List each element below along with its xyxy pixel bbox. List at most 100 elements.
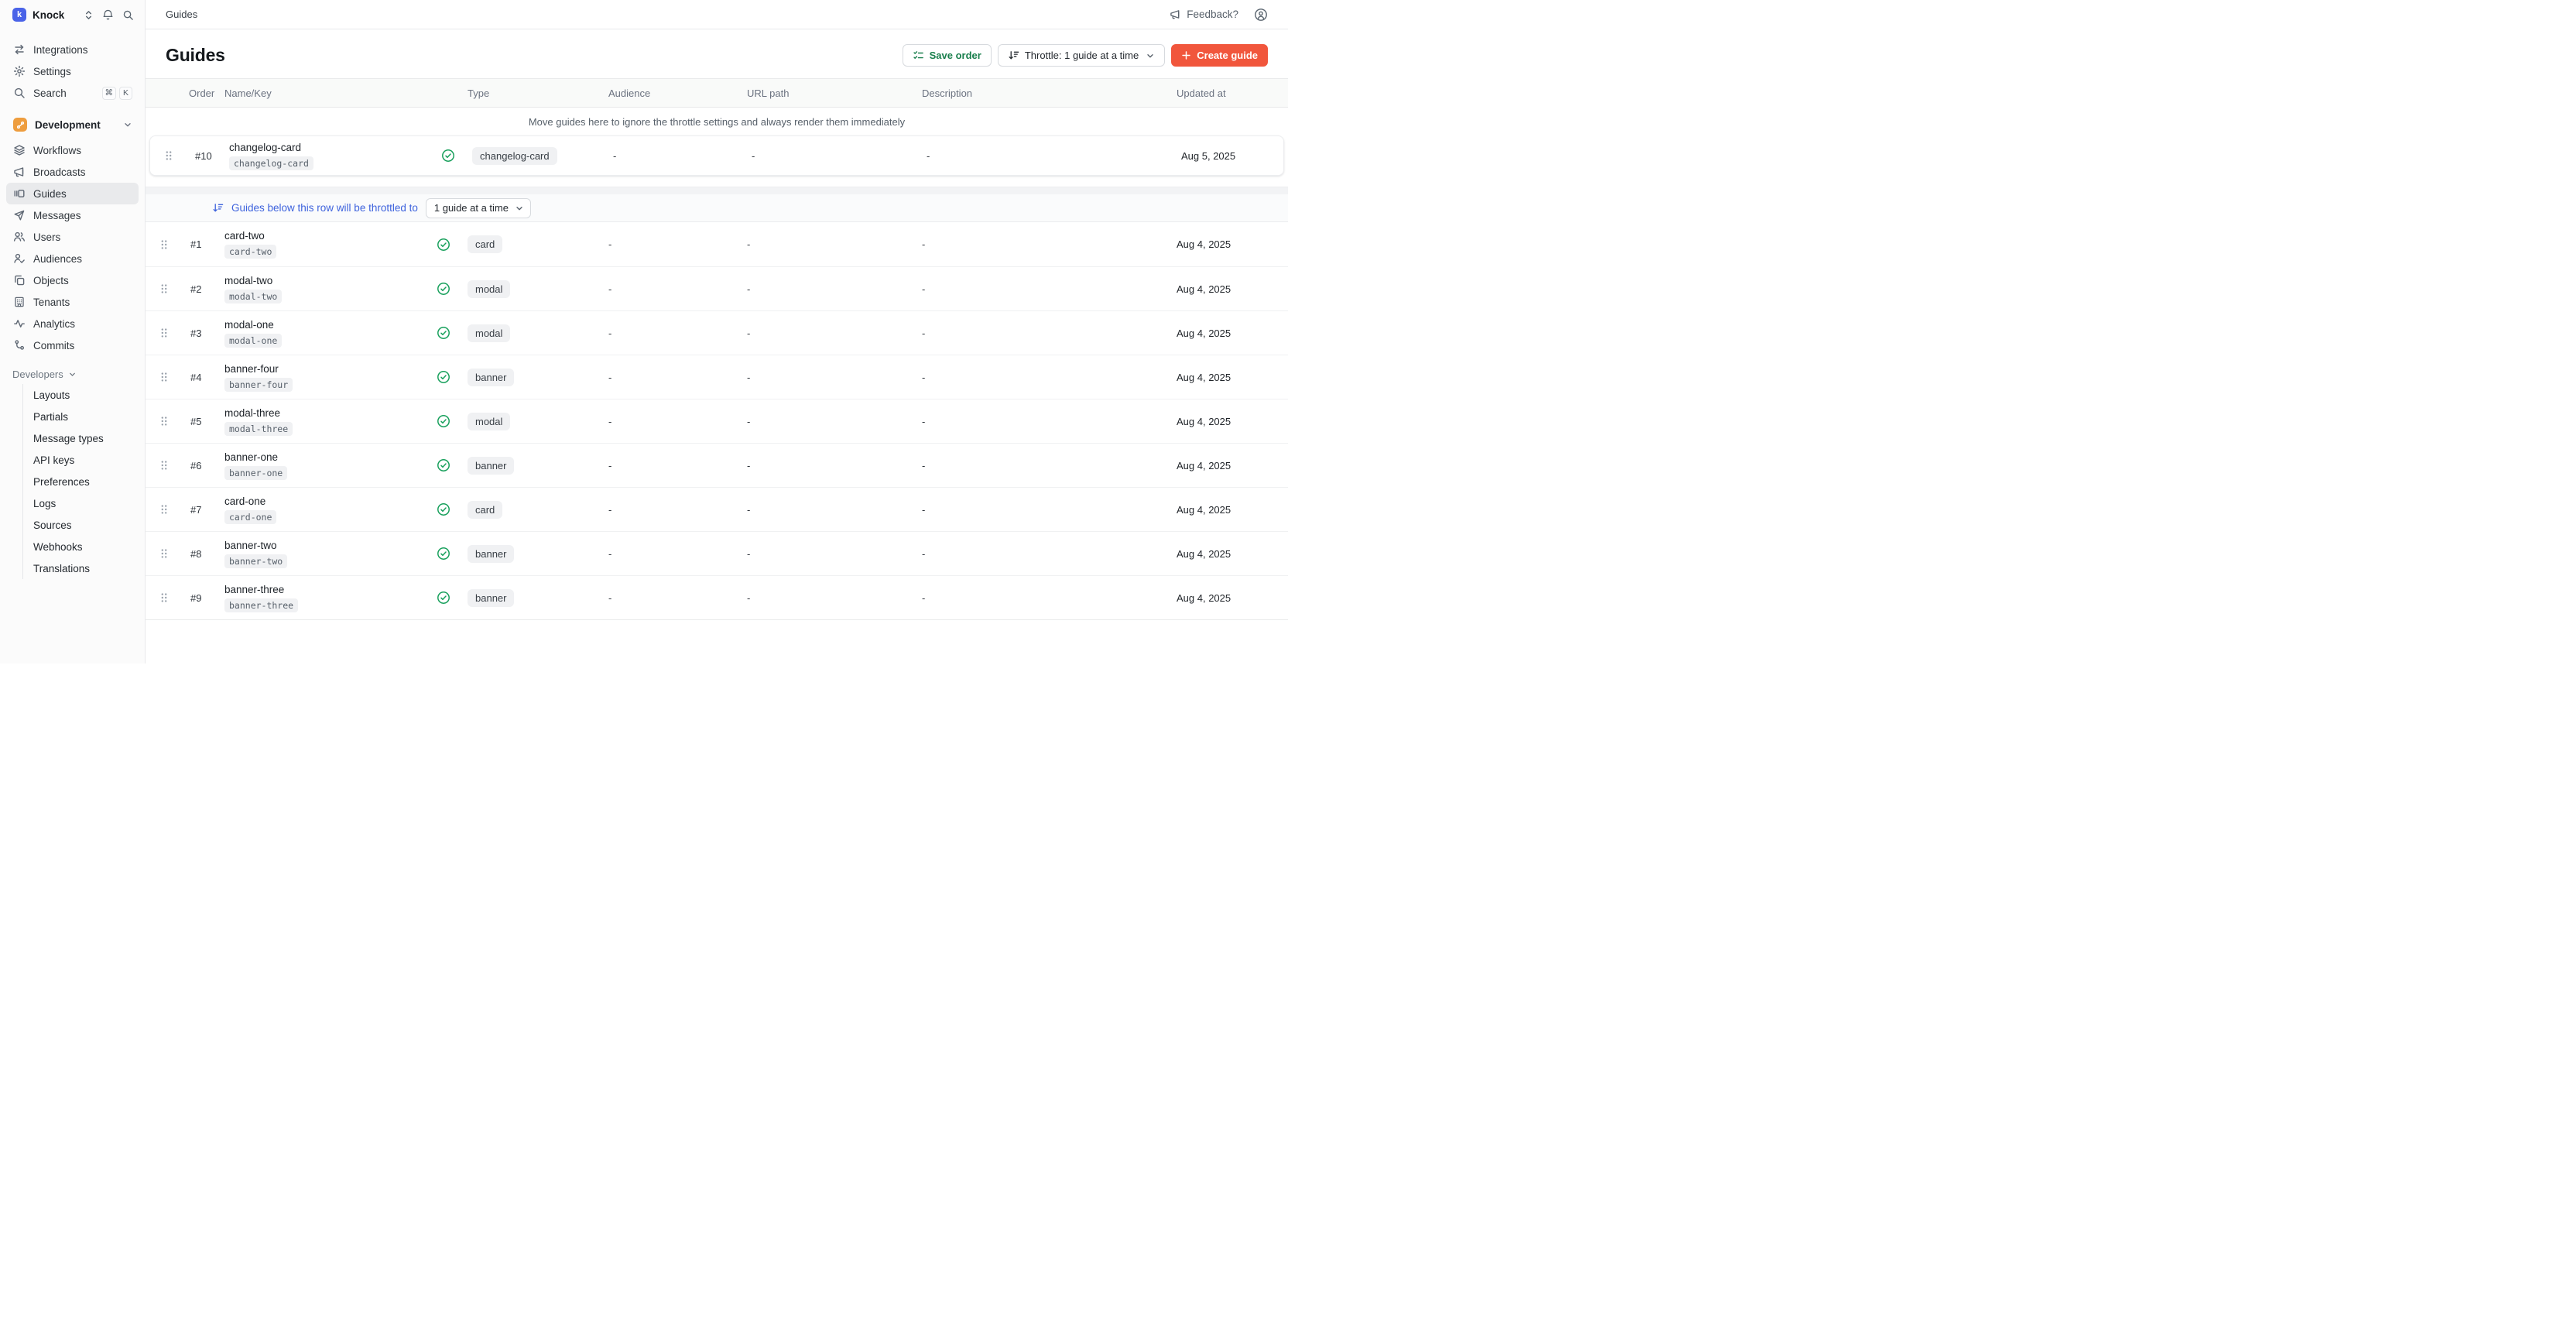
sidebar-item-search[interactable]: Search ⌘ K <box>6 82 139 104</box>
sidebar-item-label: Search <box>33 87 67 99</box>
check-circle-icon <box>437 591 450 605</box>
sidebar-item-integrations[interactable]: Integrations <box>6 39 139 60</box>
drag-handle[interactable] <box>146 460 183 471</box>
plus-icon <box>1181 50 1191 60</box>
save-order-button[interactable]: Save order <box>903 44 992 67</box>
sidebar-item-message-types[interactable]: Message types <box>23 427 145 449</box>
row-updated-at: Aug 4, 2025 <box>1175 416 1288 427</box>
sidebar-item-audiences[interactable]: Audiences <box>6 248 139 269</box>
table-row: #3 modal-one modal-one modal - - - Aug 4… <box>146 310 1288 355</box>
guide-name-link[interactable]: banner-four <box>224 363 279 375</box>
guide-active-status <box>437 502 458 516</box>
drag-handle[interactable] <box>150 150 187 161</box>
guide-active-status <box>437 458 458 472</box>
sidebar-item-api-keys[interactable]: API keys <box>23 449 145 471</box>
sidebar-item-broadcasts[interactable]: Broadcasts <box>6 161 139 183</box>
row-order: #9 <box>183 592 220 604</box>
guide-type-badge: banner <box>468 545 514 563</box>
drag-handle[interactable] <box>146 504 183 515</box>
guide-name-link[interactable]: changelog-card <box>229 142 301 153</box>
guide-key-badge: banner-two <box>224 554 287 568</box>
developers-group-toggle[interactable]: Developers <box>0 364 145 384</box>
row-order: #2 <box>183 283 220 295</box>
guide-key-badge: changelog-card <box>229 156 313 170</box>
drag-dots-icon <box>159 592 169 603</box>
sidebar-item-messages[interactable]: Messages <box>6 204 139 226</box>
sidebar-item-commits[interactable]: Commits <box>6 334 139 356</box>
row-order: #6 <box>183 460 220 471</box>
column-header-order: Order <box>183 87 220 99</box>
guide-name-link[interactable]: card-two <box>224 230 265 242</box>
feedback-button[interactable]: Feedback? <box>1170 9 1238 20</box>
row-order: #7 <box>183 504 220 516</box>
guide-active-status <box>437 370 458 384</box>
drag-handle[interactable] <box>146 416 183 427</box>
checklist-icon <box>913 50 924 61</box>
drag-handle[interactable] <box>146 372 183 382</box>
row-url-path: - <box>746 150 924 162</box>
search-icon[interactable] <box>122 9 134 21</box>
column-header-name-key: Name/Key <box>220 87 437 99</box>
guide-type-badge: banner <box>468 457 514 475</box>
sidebar-item-users[interactable]: Users <box>6 226 139 248</box>
user-avatar-icon[interactable] <box>1254 8 1268 22</box>
sidebar-item-preferences[interactable]: Preferences <box>23 471 145 492</box>
drag-handle[interactable] <box>146 548 183 559</box>
row-url-path: - <box>742 372 920 383</box>
create-guide-button[interactable]: Create guide <box>1171 44 1268 67</box>
breadcrumb: Guides <box>166 9 197 20</box>
sidebar-item-webhooks[interactable]: Webhooks <box>23 536 145 557</box>
drag-handle[interactable] <box>146 592 183 603</box>
topbar: Guides Feedback? <box>146 0 1288 29</box>
shortcut-key-k: K <box>119 87 132 100</box>
chevron-down-icon <box>1146 51 1155 60</box>
drag-handle[interactable] <box>146 283 183 294</box>
row-description: - <box>920 327 1175 339</box>
developers-group-label: Developers <box>12 369 63 380</box>
throttle-dropdown-button[interactable]: Throttle: 1 guide at a time <box>998 44 1165 67</box>
guide-name-link[interactable]: modal-two <box>224 275 272 286</box>
check-circle-icon <box>437 326 450 340</box>
notifications-bell-icon[interactable] <box>102 9 114 21</box>
sidebar-item-label: Audiences <box>33 253 82 265</box>
sort-descending-icon <box>212 202 224 214</box>
guide-key-badge: modal-two <box>224 290 282 303</box>
workspace-switcher-icon[interactable] <box>84 9 94 21</box>
sidebar-item-workflows[interactable]: Workflows <box>6 139 139 161</box>
drag-dots-icon <box>159 460 169 471</box>
table-row: #1 card-two card-two card - - - Aug 4, 2… <box>146 222 1288 266</box>
throttle-amount-select[interactable]: 1 guide at a time <box>426 198 531 218</box>
sidebar-item-sources[interactable]: Sources <box>23 514 145 536</box>
sidebar-item-layouts[interactable]: Layouts <box>23 384 145 406</box>
row-updated-at: Aug 5, 2025 <box>1180 150 1283 162</box>
guide-name-link[interactable]: modal-one <box>224 319 274 331</box>
sidebar-item-settings[interactable]: Settings <box>6 60 139 82</box>
sidebar-item-tenants[interactable]: Tenants <box>6 291 139 313</box>
sidebar-item-partials[interactable]: Partials <box>23 406 145 427</box>
check-circle-icon <box>437 414 450 428</box>
check-circle-icon <box>437 370 450 384</box>
guide-name-link[interactable]: banner-one <box>224 451 278 463</box>
sidebar-item-translations[interactable]: Translations <box>23 557 145 579</box>
sidebar-item-objects[interactable]: Objects <box>6 269 139 291</box>
row-order: #8 <box>183 548 220 560</box>
guide-name-link[interactable]: card-one <box>224 495 265 507</box>
guide-active-status <box>437 238 458 252</box>
row-audience: - <box>602 238 742 250</box>
guide-type-badge: modal <box>468 324 510 342</box>
sidebar-item-guides[interactable]: Guides <box>6 183 139 204</box>
sidebar-item-logs[interactable]: Logs <box>23 492 145 514</box>
drag-handle[interactable] <box>146 239 183 250</box>
guide-name-link[interactable]: banner-two <box>224 540 277 551</box>
sidebar-item-analytics[interactable]: Analytics <box>6 313 139 334</box>
row-order: #3 <box>183 327 220 339</box>
guide-active-status <box>437 414 458 428</box>
row-description: - <box>920 592 1175 604</box>
main-content: Guides Feedback? Guides Save order Throt… <box>146 0 1288 664</box>
page-header: Guides Save order Throttle: 1 guide at a… <box>146 29 1288 78</box>
environment-switcher[interactable]: Development <box>6 113 139 136</box>
guide-name-link[interactable]: modal-three <box>224 407 280 419</box>
drag-handle[interactable] <box>146 327 183 338</box>
guide-name-link[interactable]: banner-three <box>224 584 284 595</box>
guide-active-status <box>441 149 463 163</box>
